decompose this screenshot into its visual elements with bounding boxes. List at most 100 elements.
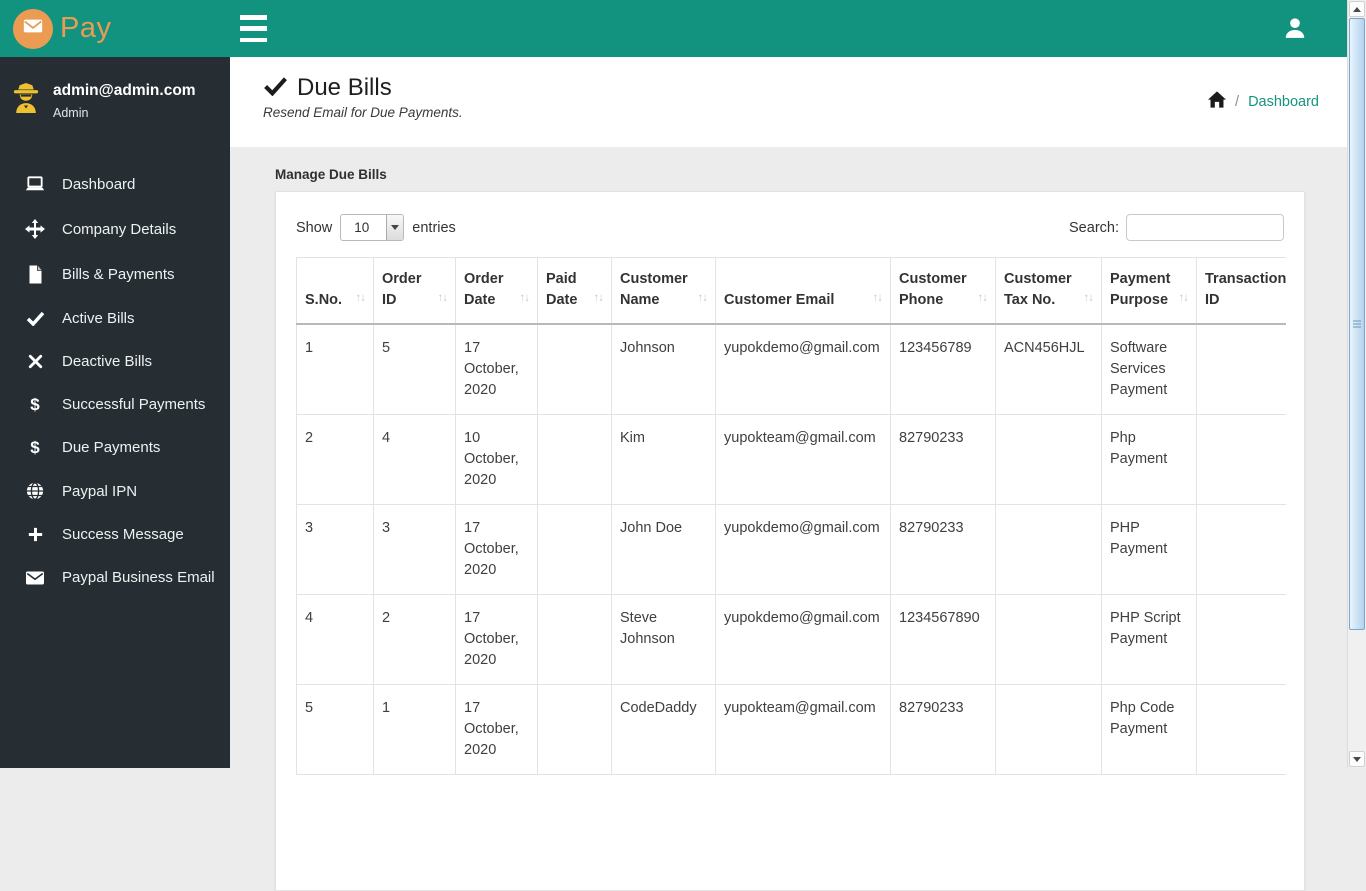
sidebar-item-company-details[interactable]: Company Details — [0, 206, 230, 252]
envelope-icon — [25, 570, 45, 585]
column-header-s-no[interactable]: S.No. ↑↓ — [296, 257, 374, 325]
column-header-paid-date[interactable]: Paid Date ↑↓ — [537, 257, 612, 325]
brand-name: Pay — [60, 12, 112, 44]
column-label: Customer Tax No. — [1004, 270, 1072, 308]
table-cell — [537, 593, 612, 685]
check-title-icon — [263, 76, 288, 101]
scroll-down-button[interactable] — [1349, 751, 1365, 767]
sort-icon[interactable]: ↑↓ — [594, 288, 604, 311]
sort-icon[interactable]: ↑↓ — [520, 288, 530, 311]
table-cell: Php Code Payment — [1101, 683, 1197, 775]
sort-icon[interactable]: ↑↓ — [873, 288, 883, 311]
column-label: Customer Email — [724, 291, 835, 308]
scroll-up-button[interactable] — [1349, 1, 1365, 17]
sort-icon[interactable]: ↑↓ — [438, 288, 448, 311]
check-icon — [25, 311, 45, 326]
sort-icon[interactable]: ↑↓ — [1084, 288, 1094, 311]
sidebar-item-label: Due Payments — [62, 439, 161, 456]
table-cell — [995, 593, 1102, 685]
table-cell — [537, 323, 612, 415]
sidebar-item-paypal-ipn[interactable]: Paypal IPN — [0, 469, 230, 513]
table-cell: Software Services Payment — [1101, 323, 1197, 415]
table-cell: yupokteam@gmail.com — [715, 413, 891, 505]
file-icon — [25, 265, 45, 284]
table-cell: Steve Johnson — [611, 593, 716, 685]
laptop-icon — [25, 175, 45, 193]
sidebar-menu: Dashboard Company Details Bills & Paymen… — [0, 162, 230, 599]
table-cell: yupokdemo@gmail.com — [715, 593, 891, 685]
column-header-order-date[interactable]: Order Date ↑↓ — [455, 257, 538, 325]
table-cell — [995, 413, 1102, 505]
table-cell — [537, 503, 612, 595]
sidebar-item-label: Success Message — [62, 526, 184, 543]
sort-icon[interactable]: ↑↓ — [1179, 288, 1189, 311]
column-header-payment-purpose[interactable]: Payment Purpose ↑↓ — [1101, 257, 1197, 325]
column-header-customer-email[interactable]: Customer Email ↑↓ — [715, 257, 891, 325]
search-input[interactable] — [1126, 214, 1284, 241]
sidebar-item-success-message[interactable]: Success Message — [0, 513, 230, 556]
sidebar-item-active-bills[interactable]: Active Bills — [0, 297, 230, 340]
plus-icon — [25, 527, 45, 542]
column-header-order-id[interactable]: Order ID ↑↓ — [373, 257, 456, 325]
page-length-select[interactable]: 10 — [340, 214, 405, 241]
sidebar-item-paypal-business-email[interactable]: Paypal Business Email — [0, 556, 230, 599]
table-cell — [1196, 503, 1286, 595]
column-label: S.No. — [305, 291, 343, 308]
vertical-scrollbar[interactable] — [1347, 0, 1366, 768]
table-container: S.No. ↑↓ Order ID ↑↓ Order Date ↑↓ Paid Date ↑↓… — [296, 257, 1286, 775]
user-icon[interactable] — [1284, 16, 1306, 40]
close-icon — [25, 354, 45, 369]
table-cell — [1196, 413, 1286, 505]
sort-icon[interactable]: ↑↓ — [698, 288, 708, 311]
page-title: Due Bills — [297, 74, 392, 101]
column-label: Order Date — [464, 270, 504, 308]
sidebar-item-label: Company Details — [62, 220, 177, 238]
section-title: Manage Due Bills — [275, 167, 387, 182]
page-subtitle: Resend Email for Due Payments. — [263, 105, 463, 120]
table-cell: Johnson — [611, 323, 716, 415]
table-cell: 17 October, 2020 — [455, 503, 538, 595]
select-dropdown-button[interactable] — [386, 215, 404, 240]
envelope-icon — [22, 15, 44, 42]
main-content: Manage Due Bills Show 10 entries Search:… — [230, 147, 1366, 891]
table-cell: CodeDaddy — [611, 683, 716, 775]
table-row: 2 4 10 October, 2020 Kim yupokteam@gmail.com… — [296, 413, 1286, 505]
table-cell — [537, 683, 612, 775]
user-panel: admin@admin.com Admin — [0, 57, 230, 136]
topbar — [230, 0, 1366, 57]
spy-icon — [12, 83, 42, 118]
column-header-customer-phone[interactable]: Customer Phone ↑↓ — [890, 257, 996, 325]
brand-logo[interactable]: Pay — [0, 0, 230, 57]
sidebar-item-deactive-bills[interactable]: Deactive Bills — [0, 340, 230, 383]
sidebar-item-successful-payments[interactable]: $ Successful Payments — [0, 383, 230, 426]
column-label: Order ID — [382, 270, 422, 308]
sort-icon[interactable]: ↑↓ — [356, 288, 366, 311]
home-icon[interactable] — [1208, 91, 1227, 112]
sidebar-item-bills-payments[interactable]: Bills & Payments — [0, 252, 230, 297]
table-cell — [995, 503, 1102, 595]
sidebar-item-dashboard[interactable]: Dashboard — [0, 162, 230, 206]
sidebar-item-label: Deactive Bills — [62, 353, 153, 370]
table-body: 1 5 17 October, 2020 Johnson yupokdemo@gmail… — [296, 323, 1286, 775]
column-header-customer-tax-no[interactable]: Customer Tax No. ↑↓ — [995, 257, 1102, 325]
table-cell: 3 — [373, 503, 456, 595]
breadcrumb-separator: / — [1235, 93, 1240, 110]
user-role: Admin — [53, 106, 89, 120]
table-cell: 1234567890 — [890, 593, 996, 685]
column-header-customer-name[interactable]: Customer Name ↑↓ — [611, 257, 716, 325]
table-cell: 3 — [296, 503, 374, 595]
sidebar-item-due-payments[interactable]: $ Due Payments — [0, 426, 230, 469]
column-label: Customer Phone — [899, 270, 967, 308]
hamburger-menu-icon[interactable] — [240, 13, 267, 44]
column-label: Paid Date — [546, 270, 578, 308]
column-label: Transaction ID — [1205, 270, 1286, 308]
scrollbar-thumb[interactable] — [1349, 18, 1365, 630]
table-cell — [1196, 323, 1286, 415]
dollar-icon: $ — [30, 438, 40, 457]
breadcrumb-link-dashboard[interactable]: Dashboard — [1248, 94, 1319, 110]
table-header-row: S.No. ↑↓ Order ID ↑↓ Order Date ↑↓ Paid Date ↑↓… — [296, 257, 1286, 325]
show-label: Show — [296, 219, 333, 236]
sort-icon[interactable]: ↑↓ — [978, 288, 988, 311]
table-cell — [1196, 683, 1286, 775]
sidebar-item-label: Paypal Business Email — [62, 569, 215, 586]
